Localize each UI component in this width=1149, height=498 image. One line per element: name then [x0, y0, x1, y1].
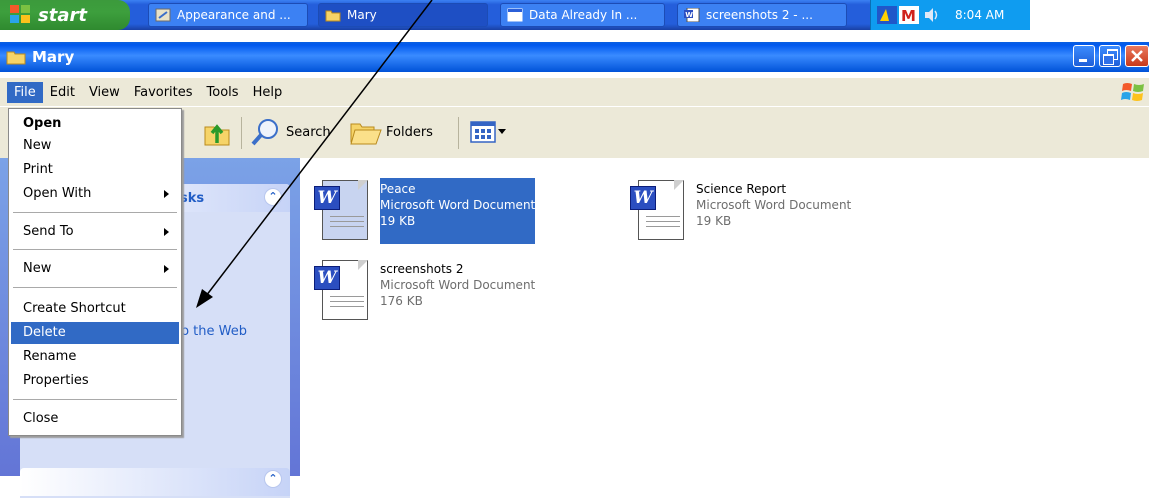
folders-button[interactable]: Folders: [350, 117, 433, 147]
chevron-down-icon: [498, 129, 506, 134]
speaker-icon[interactable]: [923, 6, 941, 24]
svg-text:W: W: [685, 11, 693, 19]
task-label: screenshots 2 - ...: [706, 8, 813, 22]
clock: 8:04 AM: [955, 8, 1005, 22]
menu-item-print[interactable]: Print: [11, 159, 179, 181]
menu-bar: File Edit View Favorites Tools Help: [0, 78, 1149, 106]
search-icon: [251, 119, 278, 146]
svg-text:M: M: [901, 7, 916, 24]
control-panel-icon: [155, 8, 171, 22]
menu-item-rename[interactable]: Rename: [11, 346, 179, 368]
start-label: start: [38, 4, 87, 26]
folders-label: Folders: [386, 124, 433, 140]
search-button[interactable]: Search: [250, 117, 331, 147]
word-document-icon: W: [628, 178, 688, 244]
menu-item-new[interactable]: New: [11, 135, 179, 157]
submenu-arrow-icon: [164, 265, 169, 273]
windows-logo-icon: [10, 5, 32, 25]
file-size: 19 KB: [380, 214, 416, 228]
file-size: 19 KB: [696, 214, 732, 228]
other-places-panel: ⌃: [20, 468, 290, 498]
menu-tools[interactable]: Tools: [200, 82, 246, 103]
menu-item-open-with[interactable]: Open With: [11, 183, 179, 205]
task-label: Mary: [347, 8, 377, 22]
file-name: Science Report: [696, 182, 787, 196]
submenu-arrow-icon: [164, 228, 169, 236]
collapse-icon[interactable]: ⌃: [264, 188, 282, 206]
taskbar-item-data[interactable]: Data Already In ...: [500, 3, 665, 27]
task-label: Data Already In ...: [529, 8, 638, 22]
task-label: Appearance and ...: [177, 8, 291, 22]
taskbar-item-mary[interactable]: Mary: [318, 3, 488, 27]
menu-edit[interactable]: Edit: [43, 82, 82, 103]
minimize-button[interactable]: [1073, 45, 1095, 67]
menu-item-label: New: [23, 261, 52, 276]
menu-item-label: Send To: [23, 224, 74, 239]
close-button[interactable]: [1125, 45, 1149, 67]
start-button[interactable]: start: [0, 0, 130, 30]
panel-header[interactable]: ⌃: [20, 468, 290, 496]
menu-help[interactable]: Help: [246, 82, 290, 103]
menu-file[interactable]: File: [7, 81, 43, 103]
menu-item-label: Open With: [23, 186, 92, 201]
window-title-bar[interactable]: Mary: [0, 42, 1149, 72]
restore-button[interactable]: [1099, 45, 1121, 67]
up-folder-icon[interactable]: [203, 119, 231, 147]
word-document-icon: W: [312, 258, 372, 324]
word-document-icon: W: [684, 8, 700, 22]
publish-to-web-link[interactable]: to the Web: [176, 324, 247, 339]
menu-item-new-submenu[interactable]: New: [11, 258, 179, 280]
search-label: Search: [286, 124, 331, 140]
menu-item-create-shortcut[interactable]: Create Shortcut: [11, 298, 179, 320]
file-item-science-report[interactable]: W Science Report Microsoft Word Document…: [628, 178, 851, 244]
panel-title: sks: [180, 191, 205, 206]
file-menu-dropdown: Open New Print Open With Send To New Cre…: [8, 108, 182, 436]
file-size: 176 KB: [380, 294, 423, 308]
menu-item-open[interactable]: Open: [11, 113, 179, 135]
file-name: Peace: [380, 182, 416, 196]
menu-item-close[interactable]: Close: [11, 408, 179, 430]
windows-logo-icon: [1121, 83, 1144, 101]
views-icon: [470, 121, 496, 143]
word-document-icon: W: [312, 178, 372, 244]
window-icon: [507, 8, 523, 22]
minimize-icon: [1079, 59, 1087, 62]
views-button[interactable]: [470, 117, 506, 147]
menu-item-properties[interactable]: Properties: [11, 370, 179, 392]
file-type: Microsoft Word Document: [696, 198, 852, 212]
file-type: Microsoft Word Document: [380, 278, 536, 292]
window-title: Mary: [32, 48, 75, 66]
file-name: screenshots 2: [380, 262, 464, 276]
gmail-icon[interactable]: M: [899, 6, 919, 24]
taskbar-item-appearance[interactable]: Appearance and ...: [148, 3, 308, 27]
menu-item-delete[interactable]: Delete: [11, 322, 179, 344]
menu-item-send-to[interactable]: Send To: [11, 221, 179, 243]
taskbar: start Appearance and ... Mary Data Alrea…: [0, 0, 1030, 30]
folder-icon: [6, 51, 26, 65]
menu-view[interactable]: View: [82, 82, 127, 103]
file-list: W Peace Microsoft Word Document 19 KB W …: [300, 158, 1149, 476]
folders-icon: [350, 123, 382, 145]
collapse-icon[interactable]: ⌃: [264, 470, 282, 488]
folder-icon: [325, 10, 341, 22]
submenu-arrow-icon: [164, 190, 169, 198]
close-icon: [1131, 50, 1143, 62]
file-item-screenshots-2[interactable]: W screenshots 2 Microsoft Word Document …: [312, 258, 535, 324]
aim-icon[interactable]: [877, 6, 897, 24]
system-tray: M 8:04 AM: [870, 0, 1030, 30]
taskbar-item-screenshots[interactable]: W screenshots 2 - ...: [677, 3, 847, 27]
file-item-peace[interactable]: W Peace Microsoft Word Document 19 KB: [312, 178, 536, 244]
menu-favorites[interactable]: Favorites: [127, 82, 200, 103]
file-type: Microsoft Word Document: [380, 198, 536, 212]
